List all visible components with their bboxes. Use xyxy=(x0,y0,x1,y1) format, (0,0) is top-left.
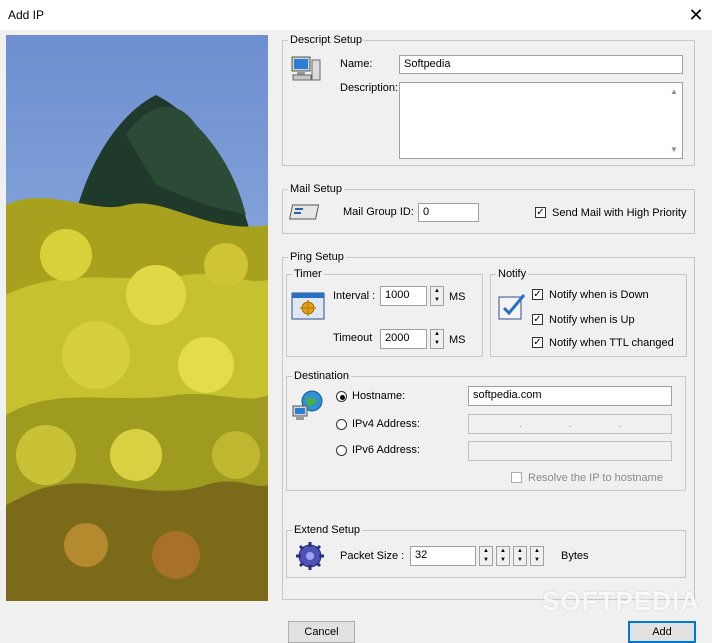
ping-setup-legend: Ping Setup xyxy=(288,251,346,263)
timeout-field[interactable]: 2000 xyxy=(380,329,427,349)
mail-group-label: Mail Group ID: xyxy=(343,206,414,218)
interval-label: Interval : xyxy=(333,290,376,302)
notify-down-checkbox[interactable]: ✓ xyxy=(532,289,543,300)
notify-icon xyxy=(496,292,528,322)
scroll-up-icon[interactable]: ▲ xyxy=(670,87,678,96)
interval-field[interactable]: 1000 xyxy=(380,286,427,306)
ipv4-dot-1: . xyxy=(519,419,522,429)
resolve-label: Resolve the IP to hostname xyxy=(528,472,663,484)
hostname-label: Hostname: xyxy=(352,390,406,402)
window-title: Add IP xyxy=(8,8,45,22)
scroll-down-icon[interactable]: ▼ xyxy=(670,145,678,154)
timer-icon xyxy=(291,292,325,320)
timeout-stepper[interactable]: ▲ ▼ xyxy=(430,329,444,349)
name-label: Name: xyxy=(340,58,373,70)
ipv4-radio[interactable] xyxy=(336,419,347,430)
cancel-button[interactable]: Cancel xyxy=(288,621,355,643)
ipv4-label: IPv4 Address: xyxy=(352,418,420,430)
hostname-radio[interactable] xyxy=(336,391,347,402)
ipv6-label: IPv6 Address: xyxy=(352,444,420,456)
gear-icon xyxy=(294,540,326,572)
ipv4-dot-3: . xyxy=(619,419,622,429)
high-priority-checkbox[interactable]: ✓ xyxy=(535,207,546,218)
destination-legend: Destination xyxy=(292,370,352,382)
ipv6-field xyxy=(468,441,672,461)
ipv4-field: . . . xyxy=(468,414,672,434)
notify-up-label: Notify when is Up xyxy=(549,314,635,326)
packet-stepper-3[interactable]: ▲ ▼ xyxy=(513,546,527,566)
extend-setup-legend: Extend Setup xyxy=(292,524,363,536)
hostname-field[interactable]: softpedia.com xyxy=(468,386,672,406)
ipv6-radio[interactable] xyxy=(336,445,347,456)
interval-stepper[interactable]: ▲ ▼ xyxy=(430,286,444,306)
description-scrollbar[interactable]: ▲ ▼ xyxy=(666,83,682,158)
mail-icon xyxy=(288,203,321,221)
computer-icon xyxy=(290,54,322,84)
descript-setup-legend: Descript Setup xyxy=(288,34,365,46)
notify-up-checkbox[interactable]: ✓ xyxy=(532,314,543,325)
notify-ttl-checkbox[interactable]: ✓ xyxy=(532,337,543,348)
packet-stepper-4[interactable]: ▲ ▼ xyxy=(530,546,544,566)
high-priority-label: Send Mail with High Priority xyxy=(552,207,687,219)
ipv4-dot-2: . xyxy=(569,419,572,429)
name-field[interactable]: Softpedia xyxy=(399,55,683,74)
packet-unit: Bytes xyxy=(561,550,589,562)
network-globe-icon xyxy=(291,388,325,422)
softpedia-watermark: SOFTPEDIA xyxy=(542,586,700,616)
packet-stepper-1[interactable]: ▲ ▼ xyxy=(479,546,493,566)
timeout-unit: MS xyxy=(449,334,466,346)
description-label: Description: xyxy=(340,82,399,94)
description-field[interactable] xyxy=(399,82,683,159)
notify-ttl-label: Notify when TTL changed xyxy=(549,337,674,349)
preview-image xyxy=(6,35,268,601)
resolve-checkbox xyxy=(511,472,522,483)
packet-size-label: Packet Size : xyxy=(340,550,405,562)
timer-legend: Timer xyxy=(292,268,324,280)
packet-size-field[interactable]: 32 xyxy=(410,546,476,566)
interval-unit: MS xyxy=(449,291,466,303)
packet-stepper-2[interactable]: ▲ ▼ xyxy=(496,546,510,566)
timeout-label: Timeout xyxy=(333,332,373,344)
notify-legend: Notify xyxy=(496,268,529,280)
close-icon[interactable]: ✕ xyxy=(684,4,708,26)
notify-down-label: Notify when is Down xyxy=(549,289,649,301)
add-button[interactable]: Add xyxy=(628,621,696,643)
mail-group-field[interactable]: 0 xyxy=(418,203,479,222)
title-bar xyxy=(0,0,712,30)
mail-setup-legend: Mail Setup xyxy=(288,183,344,195)
